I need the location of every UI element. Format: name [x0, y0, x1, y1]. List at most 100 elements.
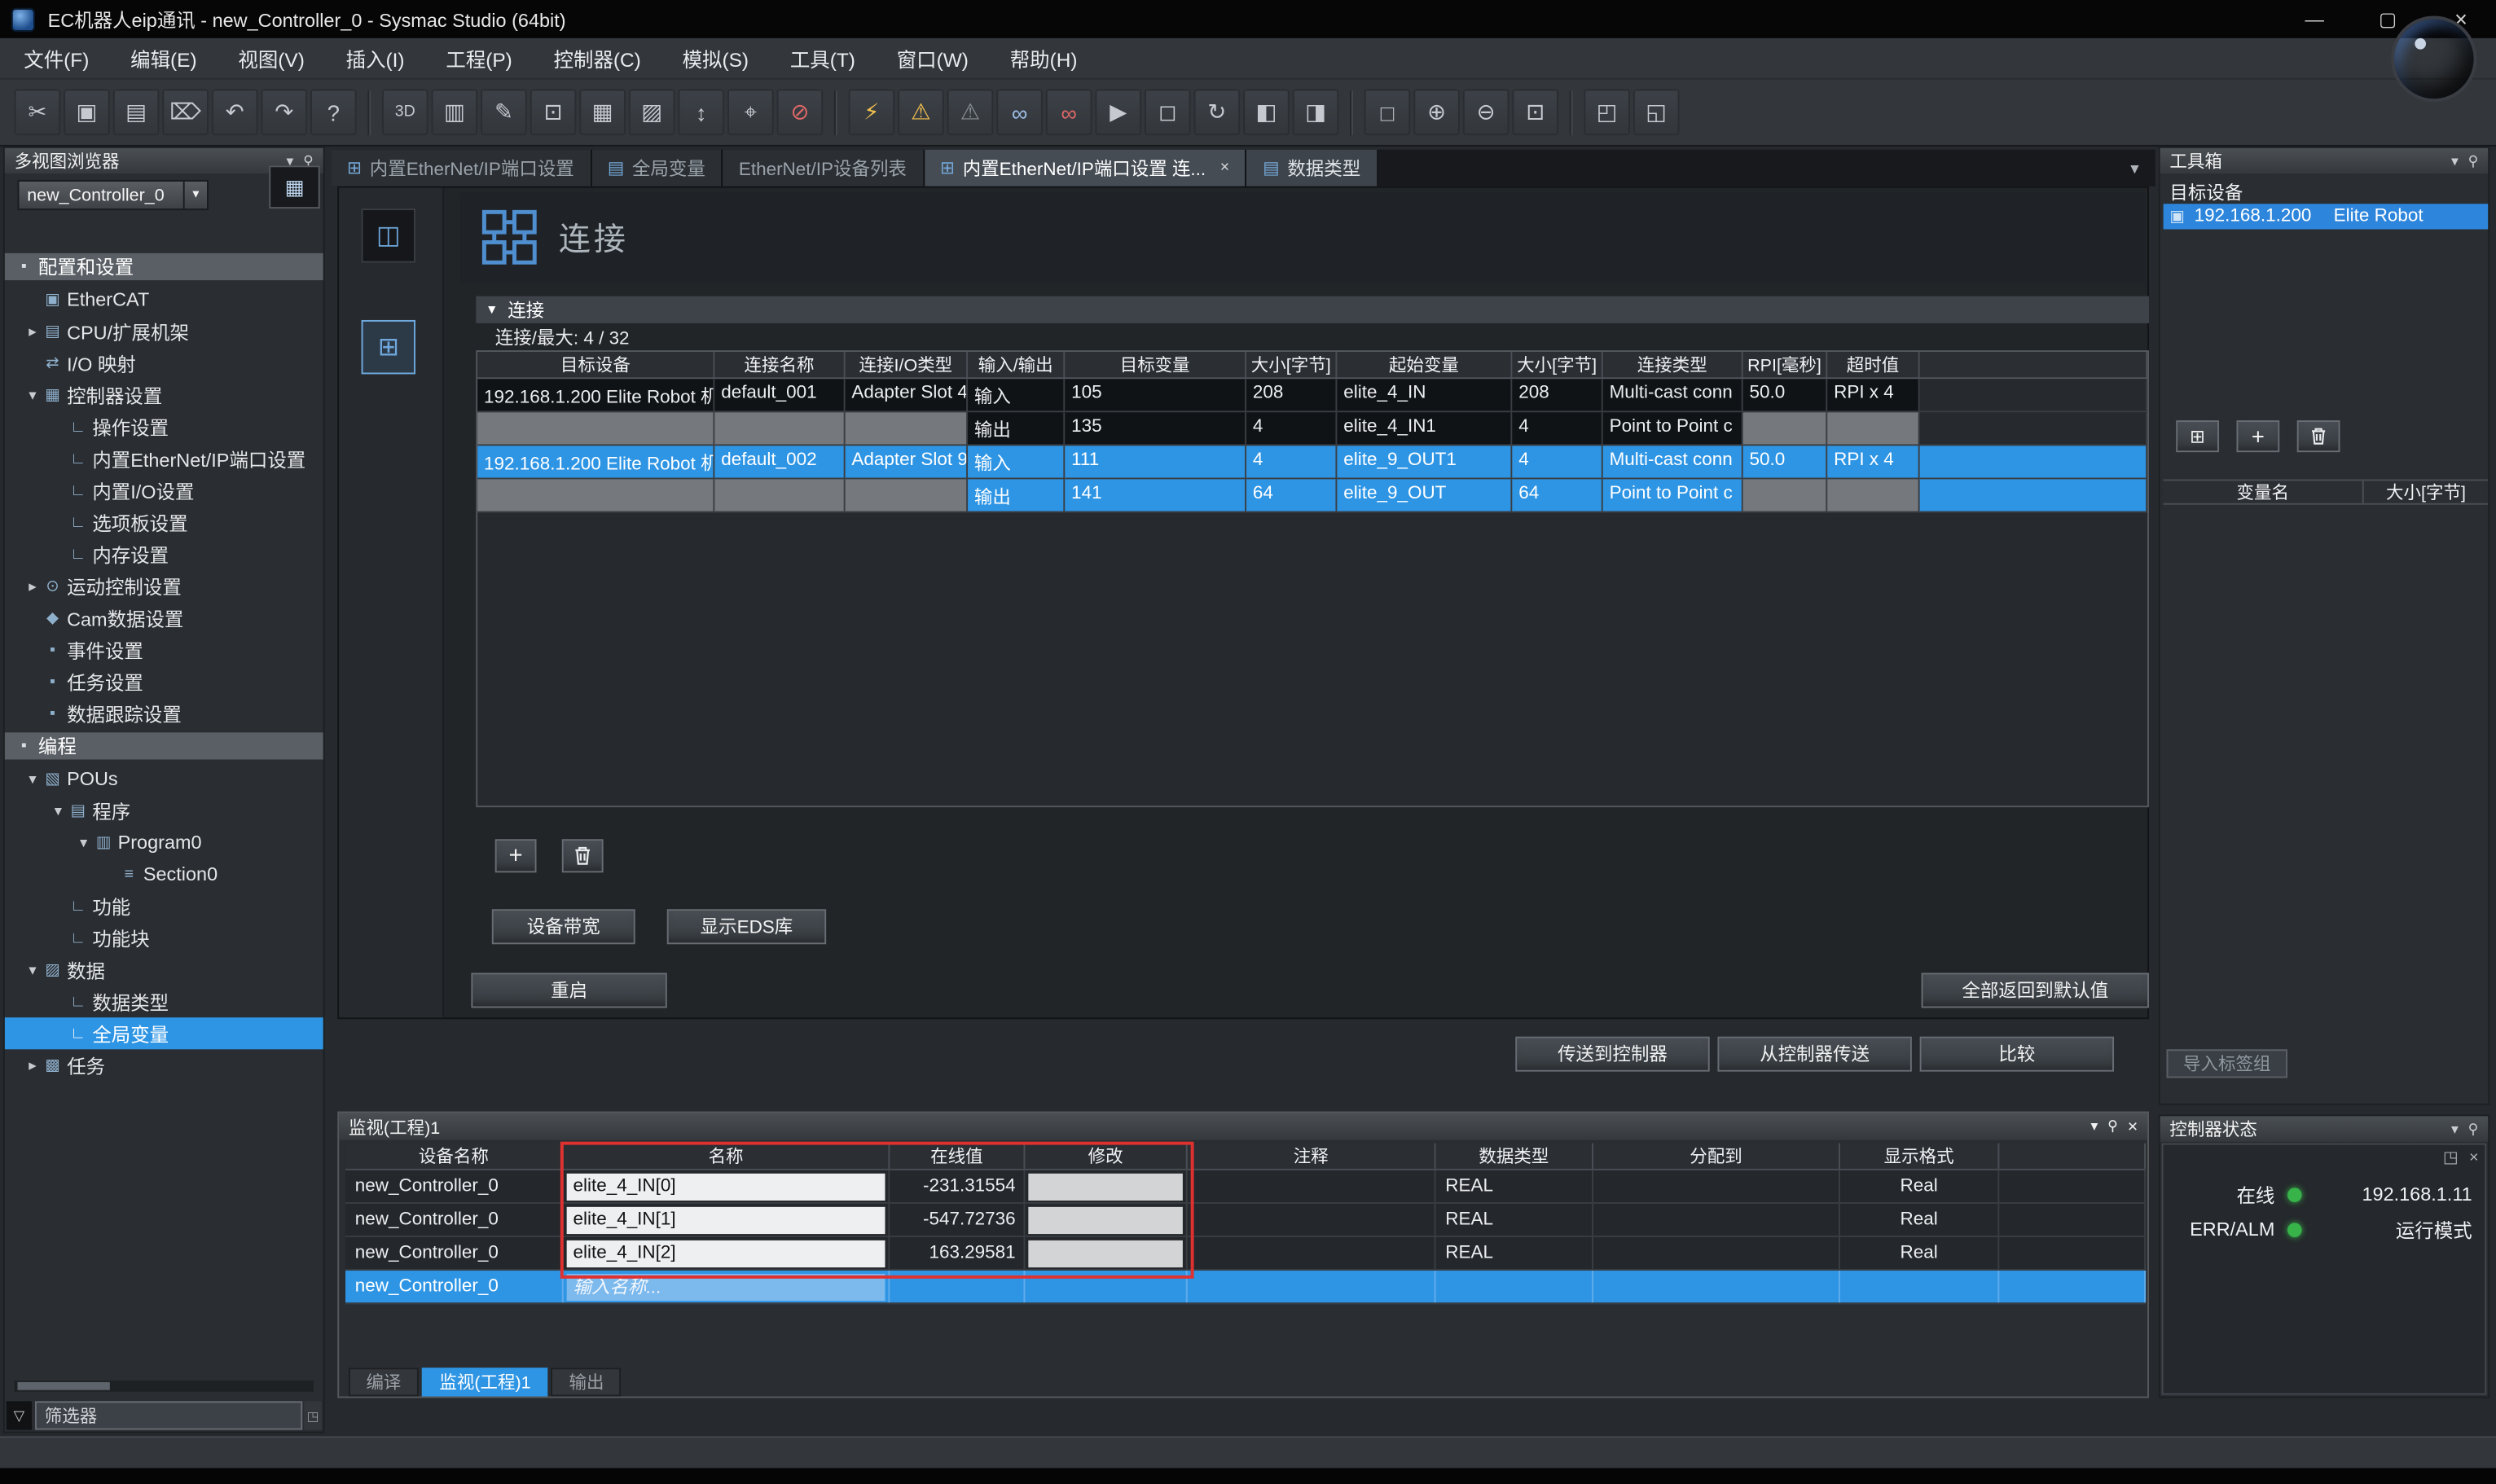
tree-item-pous[interactable]: ▼▧POUs: [5, 762, 323, 794]
cell[interactable]: 208: [1512, 379, 1602, 412]
tree-item-data-types[interactable]: ∟数据类型: [5, 986, 323, 1017]
tree-item-motion-control[interactable]: ►⊙运动控制设置: [5, 570, 323, 602]
cell[interactable]: 192.168.1.200 Elite Robot 机: [477, 446, 714, 479]
filter-expand-icon[interactable]: ◳: [304, 1401, 321, 1429]
device-bandwidth-button[interactable]: 设备带宽: [492, 909, 635, 944]
sync-error-icon[interactable]: ∞: [1046, 89, 1092, 135]
tree-section-programming[interactable]: ▪编程: [5, 732, 323, 759]
cell[interactable]: 4: [1246, 446, 1337, 479]
cell[interactable]: Adapter Slot 9: [846, 446, 968, 479]
watch-new-row[interactable]: new_Controller_0 输入名称...: [345, 1271, 2146, 1304]
connection-view-button[interactable]: ⊞: [362, 320, 415, 374]
comment-cell[interactable]: [1188, 1271, 1436, 1302]
cut-icon[interactable]: ✂: [15, 89, 61, 135]
tree-item-builtin-eip-port[interactable]: ∟内置EtherNet/IP端口设置: [5, 442, 323, 474]
io-map-icon[interactable]: ▦: [579, 89, 626, 135]
cell[interactable]: [477, 412, 714, 446]
paste-icon[interactable]: ▤: [113, 89, 160, 135]
cell[interactable]: 192.168.1.200 Elite Robot 机: [477, 379, 714, 412]
modify-cell[interactable]: [1025, 1271, 1187, 1302]
cell[interactable]: Adapter Slot 4: [846, 379, 968, 412]
warning-off-icon[interactable]: ⚠: [947, 89, 994, 135]
search-icon[interactable]: ⌖: [727, 89, 774, 135]
cell[interactable]: Point to Point c: [1603, 479, 1743, 512]
cell[interactable]: 64: [1512, 479, 1602, 512]
tree-item-function-blocks[interactable]: ∟功能块: [5, 922, 323, 954]
transfer-to-controller-button[interactable]: 传送到控制器: [1515, 1037, 1709, 1072]
modify-input[interactable]: [1028, 1173, 1183, 1200]
tab-build[interactable]: 编译: [349, 1368, 419, 1396]
comment-cell[interactable]: [1188, 1170, 1436, 1202]
register-device-button[interactable]: ⊞: [2176, 420, 2219, 452]
cell[interactable]: 输入: [968, 446, 1065, 479]
device-name-cell[interactable]: new_Controller_0: [345, 1204, 564, 1236]
tab-overflow-icon[interactable]: ▼: [2114, 150, 2155, 187]
cell[interactable]: 64: [1246, 479, 1337, 512]
cell[interactable]: default_001: [714, 379, 845, 412]
print-icon[interactable]: ▥: [432, 89, 478, 135]
tab-builtin-eip-connection[interactable]: ⊞内置EtherNet/IP端口设置 连...×: [924, 150, 1246, 187]
select-region-icon[interactable]: □: [1364, 89, 1411, 135]
cell[interactable]: RPI x 4: [1827, 446, 1919, 479]
cell[interactable]: [1743, 479, 1828, 512]
delete-icon[interactable]: ⌦: [162, 89, 209, 135]
cell[interactable]: Multi-cast conn: [1603, 379, 1743, 412]
warning-monitor-icon[interactable]: ⚠: [898, 89, 944, 135]
pin-icon[interactable]: ⚲: [2468, 152, 2479, 170]
tree-item-io-map[interactable]: ⇄I/O 映射: [5, 347, 323, 379]
cell[interactable]: elite_4_IN: [1337, 379, 1512, 412]
tree-item-cam-data[interactable]: ◆Cam数据设置: [5, 602, 323, 634]
project-shortcut-button[interactable]: ▦: [269, 165, 320, 209]
cell[interactable]: 4: [1512, 412, 1602, 446]
cell[interactable]: elite_9_OUT: [1337, 479, 1512, 512]
cell[interactable]: elite_9_OUT1: [1337, 446, 1512, 479]
variable-name-cell[interactable]: elite_4_IN[2]: [564, 1237, 890, 1269]
cell[interactable]: 输入: [968, 379, 1065, 412]
window-dock-icon[interactable]: ◱: [1633, 89, 1680, 135]
close-icon[interactable]: ×: [2469, 1149, 2478, 1167]
menu-view[interactable]: 视图(V): [218, 37, 325, 79]
modify-cell[interactable]: [1025, 1170, 1187, 1202]
variable-name-input[interactable]: 输入名称...: [567, 1273, 885, 1300]
variable-name-cell[interactable]: 输入名称...: [564, 1271, 890, 1302]
tree-item-cpu-rack[interactable]: ►▤CPU/扩展机架: [5, 315, 323, 347]
modify-input[interactable]: [1028, 1240, 1183, 1267]
tab-builtin-eip-settings[interactable]: ⊞内置EtherNet/IP端口设置: [331, 150, 591, 187]
tab-eip-device-list[interactable]: EtherNet/IP设备列表: [723, 150, 924, 187]
menu-tools[interactable]: 工具(T): [769, 37, 876, 79]
cell[interactable]: elite_4_IN1: [1337, 412, 1512, 446]
cell[interactable]: 输出: [968, 412, 1065, 446]
cell[interactable]: Multi-cast conn: [1603, 446, 1743, 479]
tree-item-programs[interactable]: ▼▤程序: [5, 795, 323, 827]
delete-connection-button[interactable]: [562, 839, 604, 872]
tree-item-operation-settings[interactable]: ∟操作设置: [5, 411, 323, 442]
zoom-fit-icon[interactable]: ⊡: [1512, 89, 1558, 135]
collapse-icon[interactable]: ▾: [2451, 1120, 2459, 1138]
tree-item-data[interactable]: ▼▨数据: [5, 954, 323, 986]
menu-simulation[interactable]: 模拟(S): [661, 37, 769, 79]
cell[interactable]: 105: [1065, 379, 1246, 412]
cell[interactable]: 4: [1246, 412, 1337, 446]
tree-item-builtin-io[interactable]: ∟内置I/O设置: [5, 475, 323, 507]
variable-name-input[interactable]: elite_4_IN[0]: [567, 1173, 885, 1200]
add-target-button[interactable]: +: [2236, 420, 2279, 452]
connection-row[interactable]: 192.168.1.200 Elite Robot 机 default_001 …: [477, 379, 2147, 412]
copy-icon[interactable]: ▣: [64, 89, 110, 135]
display-format-cell[interactable]: [1840, 1271, 1999, 1302]
controller-select[interactable]: new_Controller_0 ▼: [17, 180, 208, 210]
cell[interactable]: 50.0: [1743, 379, 1828, 412]
cell[interactable]: [1827, 412, 1919, 446]
add-connection-button[interactable]: +: [495, 839, 537, 872]
cell[interactable]: 141: [1065, 479, 1246, 512]
reset-all-default-button[interactable]: 全部返回到默认值: [1922, 973, 2149, 1008]
tab-data-types[interactable]: ▤数据类型: [1247, 150, 1378, 187]
display-format-cell[interactable]: Real: [1840, 1170, 1999, 1202]
filter-input[interactable]: 筛选器: [35, 1401, 302, 1429]
variable-name-cell[interactable]: elite_4_IN[1]: [564, 1204, 890, 1236]
connection-row-selected[interactable]: 输出 141 64 elite_9_OUT 64 Point to Point …: [477, 479, 2147, 512]
scrollbar-thumb[interactable]: [17, 1382, 109, 1390]
run-icon[interactable]: ▶: [1095, 89, 1141, 135]
tree-item-section0[interactable]: ≡Section0: [5, 858, 323, 890]
pin-icon[interactable]: ⚲: [2468, 1120, 2479, 1138]
stop-icon[interactable]: ◻: [1145, 89, 1191, 135]
